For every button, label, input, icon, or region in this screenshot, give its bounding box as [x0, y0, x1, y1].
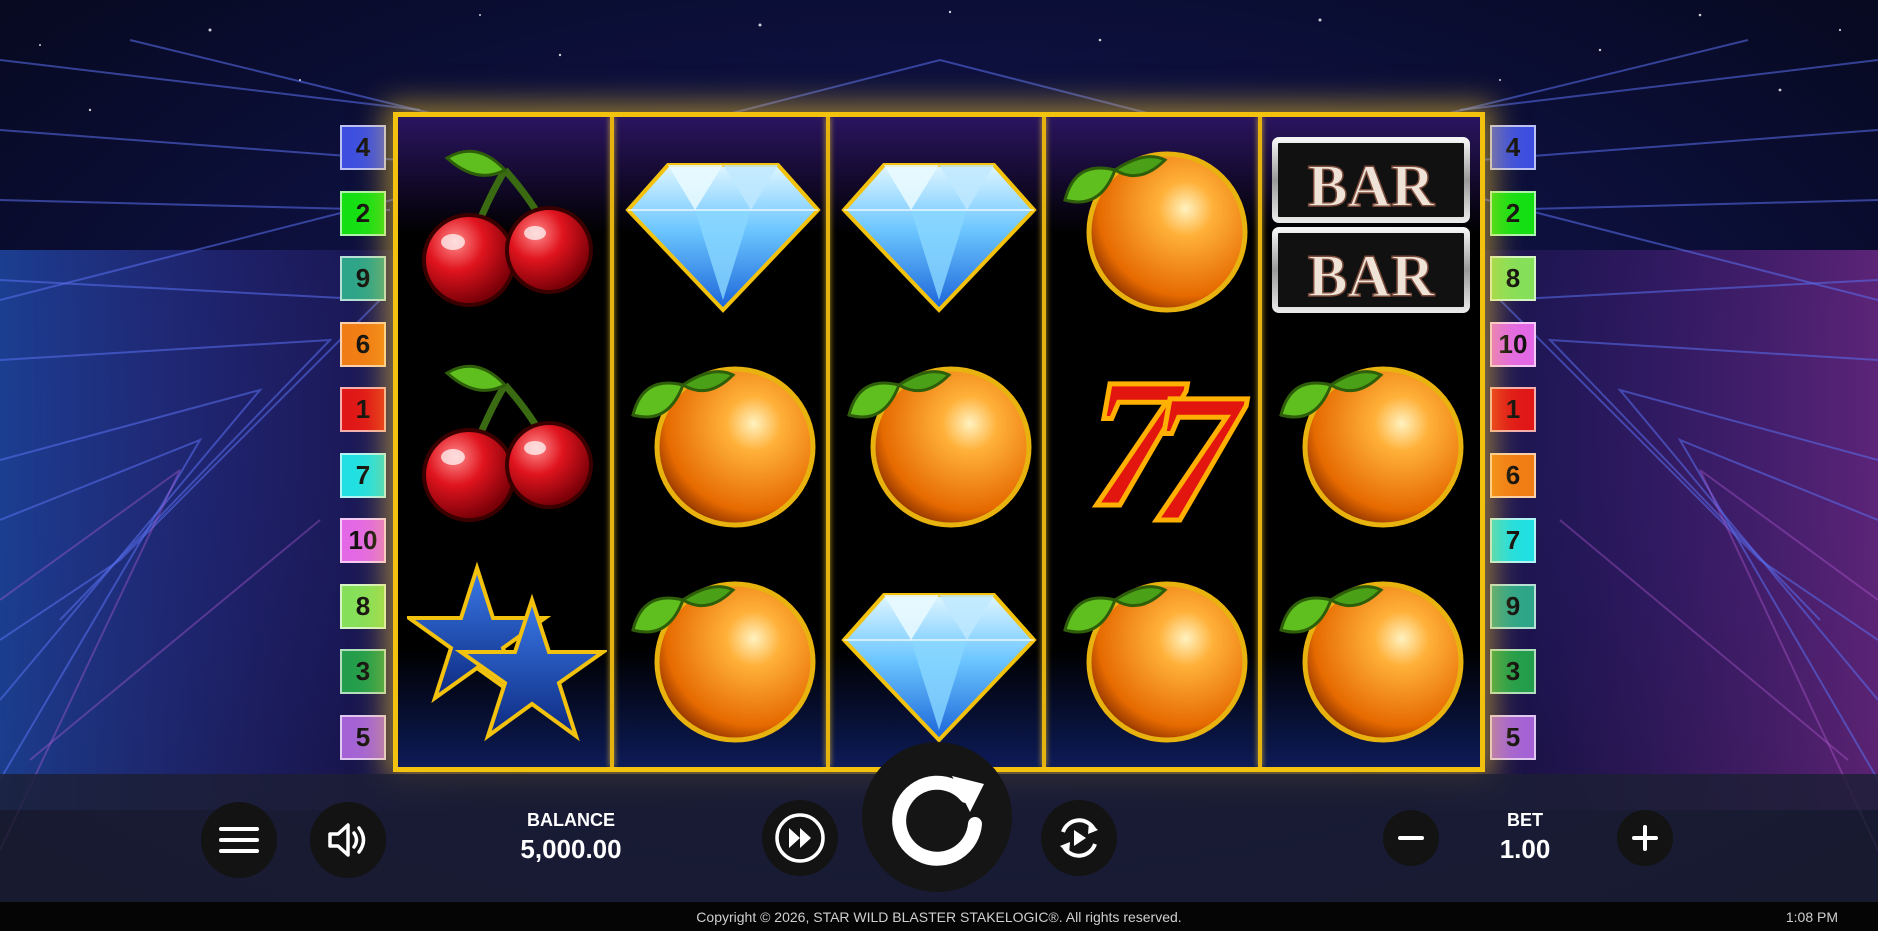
minus-icon	[1398, 836, 1424, 840]
left-payline-badge: 1	[340, 387, 386, 432]
sound-button[interactable]	[310, 802, 386, 878]
clock-text: 1:08 PM	[1785, 909, 1838, 925]
right-payline-badge: 4	[1490, 125, 1536, 170]
star-icon	[407, 560, 607, 741]
symbol-orange	[614, 332, 832, 547]
menu-icon	[219, 827, 259, 853]
right-payline-badge: 5	[1490, 714, 1536, 760]
symbol-orange	[1262, 547, 1480, 762]
orange-icon	[631, 366, 816, 527]
autoplay-button[interactable]	[1041, 800, 1117, 876]
balance-value: 5,000.00	[520, 834, 622, 864]
balance-label: BALANCE	[527, 810, 615, 830]
cherry-icon	[422, 149, 593, 307]
right-payline-badge: 6	[1490, 452, 1536, 498]
orange-icon	[1063, 151, 1248, 312]
symbol-orange	[1262, 332, 1480, 547]
right-payline-badge: 9	[1490, 583, 1536, 629]
autoplay-icon	[1060, 818, 1098, 858]
right-payline-badge: 1	[1490, 387, 1536, 432]
left-payline-badge: 7	[340, 452, 386, 498]
reel-divider	[610, 117, 614, 767]
bet-value: 1.00	[1499, 834, 1551, 864]
symbol-diamond	[614, 117, 832, 332]
cherry-icon	[422, 364, 593, 522]
symbol-diamond	[830, 547, 1048, 762]
orange-icon	[631, 581, 816, 742]
control-bar: BALANCE 5,000.00 BET 1.00	[0, 742, 1878, 902]
plus-icon	[1632, 825, 1658, 851]
orange-icon	[1279, 366, 1464, 527]
left-payline-badge: 2	[340, 190, 386, 236]
diamond-icon	[841, 162, 1037, 313]
diamond-icon	[841, 592, 1037, 743]
reel-frame: 7 7 BAR BAR	[393, 112, 1485, 772]
left-payline-badge: 4	[340, 125, 386, 170]
copyright-text: Copyright © 2026, STAR WILD BLASTER STAK…	[696, 909, 1182, 925]
fast-forward-icon	[775, 813, 825, 863]
symbol-orange	[830, 332, 1048, 547]
right-payline-badge: 3	[1490, 649, 1536, 694]
reel-divider	[1258, 117, 1262, 767]
symbol-diamond	[830, 117, 1048, 332]
symbol-orange	[614, 547, 832, 762]
left-payline-badge: 3	[340, 649, 386, 694]
seven-icon: 7 7	[1086, 345, 1250, 535]
reel-2	[614, 117, 832, 767]
footer-bar: Copyright © 2026, STAR WILD BLASTER STAK…	[0, 902, 1878, 931]
svg-text:BAR: BAR	[1308, 243, 1435, 309]
svg-text:BAR: BAR	[1308, 153, 1435, 219]
bet-label: BET	[1507, 810, 1543, 830]
speaker-icon	[328, 823, 366, 857]
left-payline-badge: 9	[340, 256, 386, 301]
symbol-seven: 7 7	[1046, 332, 1264, 547]
reel-divider	[1042, 117, 1046, 767]
orange-icon	[1063, 581, 1248, 742]
diamond-icon	[625, 162, 821, 313]
bet-increase-button[interactable]	[1617, 810, 1673, 866]
reel-4: 7 7	[1046, 117, 1264, 767]
bar-bar-icon: BAR BAR	[1272, 136, 1470, 313]
symbol-cherry	[398, 117, 616, 332]
right-payline-badge: 8	[1490, 256, 1536, 301]
symbol-orange	[1046, 117, 1264, 332]
orange-icon	[847, 366, 1032, 527]
reel-3	[830, 117, 1048, 767]
reel-1	[398, 117, 616, 767]
svg-text:7: 7	[1149, 356, 1248, 535]
symbol-cherry	[398, 332, 616, 547]
reel-divider	[826, 117, 830, 767]
right-payline-badge: 7	[1490, 518, 1536, 563]
turbo-button[interactable]	[762, 800, 838, 876]
left-payline-badge: 8	[340, 583, 386, 629]
right-payline-badge: 2	[1490, 190, 1536, 236]
symbol-orange	[1046, 547, 1264, 762]
spin-button[interactable]	[862, 742, 1012, 892]
right-payline-badge: 10	[1490, 321, 1536, 367]
left-payline-badge: 6	[340, 321, 386, 367]
menu-button[interactable]	[201, 802, 277, 878]
bet-decrease-button[interactable]	[1383, 810, 1439, 866]
left-payline-badge: 5	[340, 714, 386, 760]
spin-arrow-icon	[892, 775, 984, 866]
symbol-star	[398, 547, 616, 762]
symbol-bar-bar: BAR BAR	[1262, 117, 1480, 332]
left-payline-badge: 10	[340, 518, 386, 563]
reel-5: BAR BAR	[1262, 117, 1480, 767]
orange-icon	[1279, 581, 1464, 742]
